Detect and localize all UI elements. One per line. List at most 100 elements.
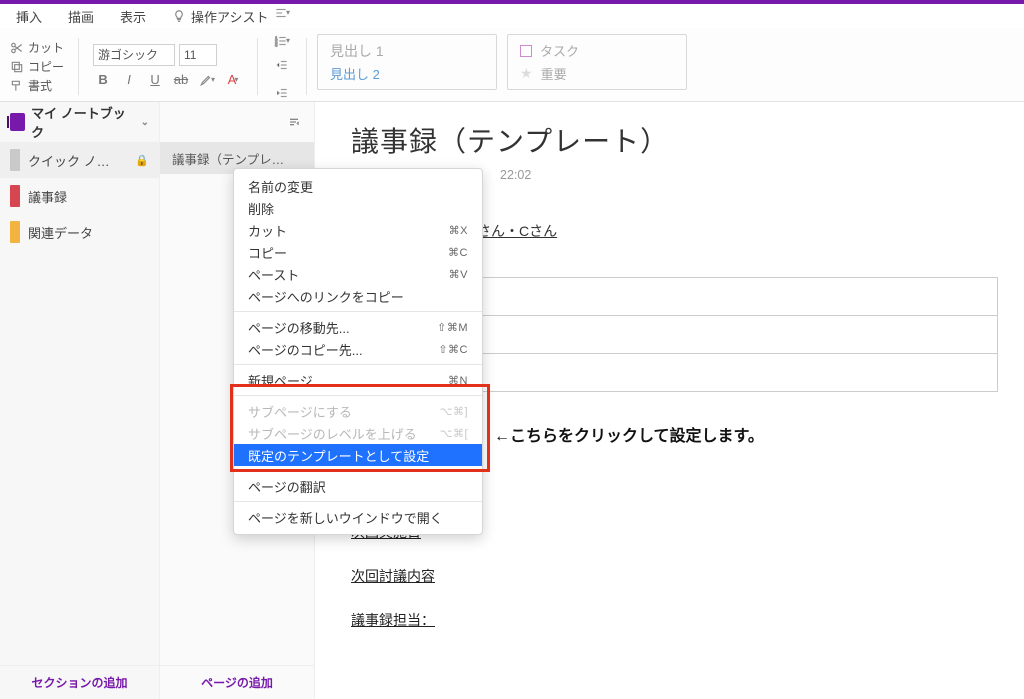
section-color-icon [10, 221, 20, 243]
page-title[interactable]: 議事録（テンプレート） [351, 120, 998, 160]
section-related[interactable]: 関連データ [0, 214, 159, 250]
add-page-button[interactable]: ページの追加 [160, 665, 314, 699]
copy-label: コピー [28, 58, 64, 75]
ctx-コピー[interactable]: コピー⌘C [234, 241, 482, 263]
ctx-新規ページ[interactable]: 新規ページ⌘N [234, 369, 482, 391]
section-color-icon [10, 185, 20, 207]
copy-button[interactable]: コピー [10, 58, 64, 75]
format-painter-button[interactable]: 書式 [10, 77, 64, 94]
ctx-item-label: 名前の変更 [248, 177, 313, 196]
tag-important[interactable]: ★重要 [520, 64, 674, 83]
font-name-select[interactable] [93, 44, 175, 66]
outdent-icon [275, 58, 289, 72]
outdent-button[interactable] [272, 55, 292, 75]
font-color-button[interactable]: A▾ [223, 70, 243, 90]
cut-button[interactable]: カット [10, 39, 64, 56]
shortcut-label: ⇧⌘C [438, 343, 468, 356]
ctx-item-label: 削除 [248, 199, 274, 218]
section-label: 議事録 [28, 187, 67, 206]
notebook-title: マイ ノートブック [31, 103, 133, 141]
underline-button[interactable]: U [145, 70, 165, 90]
section-sidebar: マイ ノートブック ⌄ クイック ノ… 🔒 議事録 関連データ セクションの追加 [0, 102, 160, 699]
ctx-カット[interactable]: カット⌘X [234, 219, 482, 241]
tags-gallery[interactable]: タスク ★重要 [507, 34, 687, 90]
italic-button[interactable]: I [119, 70, 139, 90]
menu-separator [234, 470, 482, 471]
shortcut-label: ⇧⌘M [437, 321, 468, 334]
separator [257, 38, 258, 95]
menu-insert[interactable]: 挿入 [16, 7, 42, 26]
style-heading2[interactable]: 見出し 2 [330, 64, 484, 83]
lock-icon: 🔒 [135, 154, 149, 167]
numbering-button[interactable]: 123▾ [272, 31, 292, 51]
next-topics-label[interactable]: 次回討議内容 [351, 566, 998, 586]
styles-gallery[interactable]: 見出し 1 見出し 2 [317, 34, 497, 90]
section-quicknotes[interactable]: クイック ノ… 🔒 [0, 142, 159, 178]
shortcut-label: ⌘N [448, 374, 468, 387]
ribbon-paragraph-group: ▾ ▾ 123▾ A× ✕ [268, 34, 296, 99]
strike-button[interactable]: ab [171, 70, 191, 90]
minutes-by-label[interactable]: 議事録担当： [351, 610, 998, 630]
menu-draw[interactable]: 描画 [68, 7, 94, 26]
format-painter-icon [10, 79, 24, 93]
menu-separator [234, 311, 482, 312]
menu-assist-label: 操作アシスト [191, 7, 268, 26]
indent-button[interactable] [272, 83, 292, 103]
shortcut-label: ⌘C [448, 246, 468, 259]
align-button[interactable]: ▾ [272, 3, 292, 23]
ctx-item-label: ページのコピー先... [248, 340, 363, 359]
page-sort-button[interactable] [160, 102, 314, 142]
star-icon: ★ [520, 65, 533, 82]
notebook-header[interactable]: マイ ノートブック ⌄ [0, 102, 159, 142]
style-heading1[interactable]: 見出し 1 [330, 41, 484, 61]
checkbox-icon [520, 45, 532, 57]
menu-bar: 挿入 描画 表示 操作アシスト [0, 4, 1024, 28]
ctx-item-label: 既定のテンプレートとして設定 [248, 446, 429, 465]
font-size-select[interactable] [179, 44, 217, 66]
highlight-button[interactable]: ▾ [197, 70, 217, 90]
ctx-既定のテンプレートとして設定[interactable]: 既定のテンプレートとして設定 [234, 444, 482, 466]
tag-task[interactable]: タスク [520, 41, 674, 60]
add-section-button[interactable]: セクションの追加 [0, 665, 159, 699]
chevron-down-icon: ⌄ [141, 117, 149, 128]
lightbulb-icon [172, 9, 186, 23]
shortcut-label: ⌘V [449, 268, 468, 281]
menu-view[interactable]: 表示 [120, 7, 146, 26]
ctx-ページの移動先...[interactable]: ページの移動先...⇧⌘M [234, 316, 482, 338]
ctx-item-label: ページを新しいウインドウで開く [248, 508, 443, 527]
tag-task-label: タスク [540, 41, 579, 60]
copy-icon [10, 60, 24, 74]
section-color-icon [10, 149, 20, 171]
ctx-ページのコピー先...[interactable]: ページのコピー先... ⇧⌘C [234, 338, 482, 360]
ctx-item-label: ペースト [248, 265, 299, 284]
context-menu: 名前の変更削除カット⌘Xコピー⌘C ペースト ⌘V ページへのリンクをコピーページの移… [233, 168, 483, 535]
annotation-text: ←こちらをクリックして設定します。 [494, 422, 764, 446]
notebook-icon [10, 113, 25, 131]
cut-label: カット [28, 39, 64, 56]
main-area: マイ ノートブック ⌄ クイック ノ… 🔒 議事録 関連データ セクションの追加… [0, 102, 1024, 699]
ctx-item-label: ページの翻訳 [248, 477, 326, 496]
ctx-削除[interactable]: 削除 [234, 197, 482, 219]
shortcut-label: ⌥⌘] [440, 405, 468, 418]
ctx-item-label: ページへのリンクをコピー [248, 287, 404, 306]
ctx-サブページにする: サブページにする ⌥⌘] [234, 400, 482, 422]
ctx-item-label: サブページのレベルを上げる [248, 424, 417, 443]
ctx-ページへのリンクをコピー[interactable]: ページへのリンクをコピー [234, 285, 482, 307]
shortcut-label: ⌘X [449, 224, 468, 237]
bold-button[interactable]: B [93, 70, 113, 90]
section-minutes[interactable]: 議事録 [0, 178, 159, 214]
sort-icon [286, 114, 302, 130]
menu-assist[interactable]: 操作アシスト [172, 7, 268, 26]
ctx-名前の変更[interactable]: 名前の変更 [234, 175, 482, 197]
ctx-item-label: サブページにする [248, 402, 352, 421]
menu-separator [234, 501, 482, 502]
separator [306, 38, 307, 95]
menu-separator [234, 395, 482, 396]
ctx-ページを新しいウインドウで開く[interactable]: ページを新しいウインドウで開く [234, 506, 482, 528]
ctx-ページの翻訳[interactable]: ページの翻訳 [234, 475, 482, 497]
section-label: 関連データ [28, 223, 93, 242]
format-label: 書式 [28, 77, 52, 94]
ctx-ペースト[interactable]: ペースト ⌘V [234, 263, 482, 285]
separator [78, 38, 79, 95]
svg-text:3: 3 [275, 42, 278, 47]
